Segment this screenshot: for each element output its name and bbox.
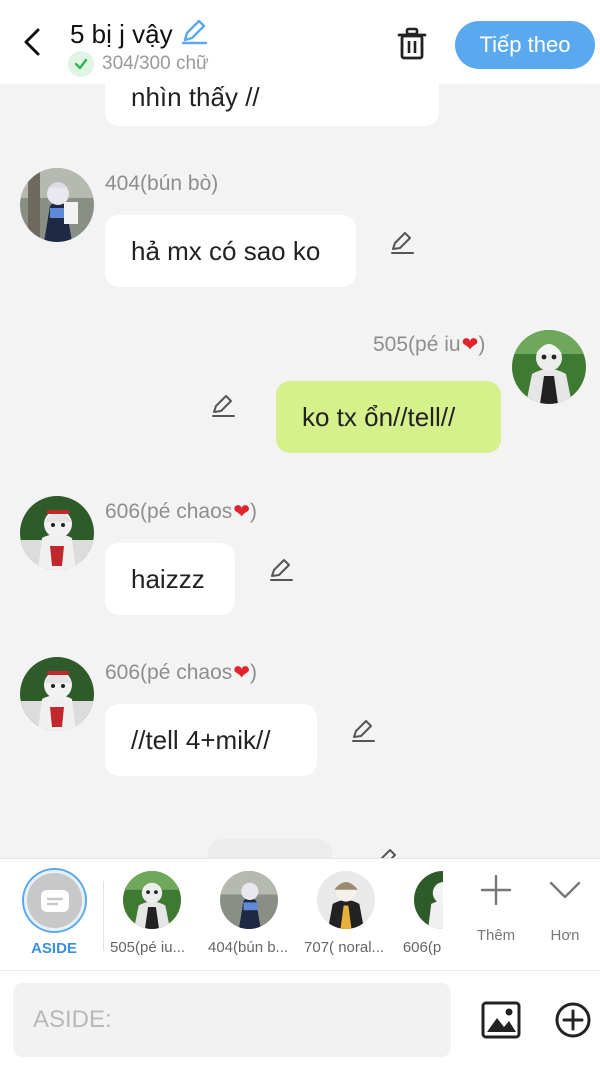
image-icon[interactable] — [478, 997, 524, 1043]
message-bubble[interactable] — [208, 839, 332, 858]
edit-pencil-icon[interactable] — [266, 554, 296, 584]
character-option-label: 505(pé iu... — [110, 939, 186, 956]
plus-icon — [480, 874, 512, 906]
edit-pencil-icon[interactable] — [208, 390, 238, 420]
character-name-text: 606(pé chaos — [105, 499, 233, 523]
message-bubble[interactable]: //tell 4+mik// — [105, 704, 317, 776]
chat-area[interactable]: nhìn thấy // 404(bún bò) hả mx có sao ko… — [0, 84, 600, 858]
avatar — [414, 871, 443, 929]
edit-pencil-icon[interactable] — [348, 715, 378, 745]
character-name: 606(pé chaos ❤) — [105, 660, 257, 685]
character-name-text: 505(pé iu — [373, 332, 461, 356]
message-input[interactable] — [13, 983, 451, 1057]
character-option-label: 404(bún b... — [208, 939, 289, 956]
character-name-text: 404(bún bò) — [105, 172, 219, 195]
trash-icon[interactable] — [392, 24, 432, 64]
character-option-label: 707( noral... — [304, 939, 385, 956]
character-name-text: 606(pé chaos — [105, 660, 233, 684]
top-bar: 5 bị j vậy 304/300 chữ Tiếp theo — [0, 0, 600, 84]
edit-pencil-icon[interactable] — [387, 227, 417, 257]
collapse-label: Hơn — [550, 927, 580, 944]
check-icon — [68, 51, 94, 77]
next-button[interactable]: Tiếp theo — [455, 21, 595, 69]
aside-button[interactable] — [24, 870, 85, 931]
heart-icon: ❤ — [233, 501, 251, 523]
edit-pencil-icon[interactable] — [372, 844, 402, 858]
message-text: //tell 4+mik// — [131, 724, 271, 755]
composer — [0, 970, 600, 1067]
more-label: Thêm — [476, 927, 516, 944]
edit-title-icon[interactable] — [179, 16, 209, 53]
character-name: 404(bún bò) — [105, 172, 218, 196]
message-bubble[interactable]: hả mx có sao ko — [105, 215, 356, 287]
name-suffix: ) — [250, 660, 258, 684]
avatar — [220, 871, 278, 929]
avatar[interactable] — [20, 168, 94, 242]
add-circle-icon[interactable] — [550, 997, 596, 1043]
message-bubble-own[interactable]: ko tx ổn//tell// — [276, 381, 501, 453]
character-option-label: 606(p — [402, 939, 442, 956]
message-bubble[interactable]: nhìn thấy // — [105, 84, 439, 126]
aside-label: ASIDE — [31, 940, 77, 957]
more-button[interactable]: Thêm — [466, 873, 526, 944]
avatar — [317, 871, 375, 929]
back-arrow-icon[interactable] — [14, 24, 50, 60]
chevron-down-icon — [549, 881, 581, 899]
avatar[interactable] — [20, 657, 94, 731]
character-name: 606(pé chaos ❤) — [105, 499, 257, 524]
heart-icon: ❤ — [233, 662, 251, 684]
character-name: 505(pé iu ❤) — [373, 332, 485, 357]
divider — [103, 881, 104, 951]
message-text: haizzz — [131, 563, 205, 594]
message-text: hả mx có sao ko — [131, 235, 321, 266]
word-count: 304/300 chữ — [68, 51, 209, 77]
message-bubble[interactable]: haizzz — [105, 543, 235, 615]
collapse-button[interactable]: Hơn — [535, 873, 595, 944]
avatar — [123, 871, 181, 929]
word-count-text: 304/300 chữ — [102, 53, 209, 74]
message-text: ko tx ổn//tell// — [302, 401, 456, 432]
heart-icon: ❤ — [461, 334, 479, 356]
avatar[interactable] — [20, 496, 94, 570]
character-selector: ASIDE 505(pé iu... 404(bún b... 707( nor… — [0, 858, 600, 970]
story-title-text: 5 bị j vậy — [70, 19, 173, 49]
story-title[interactable]: 5 bị j vậy — [70, 16, 209, 53]
message-text: nhìn thấy // — [131, 84, 260, 112]
name-suffix: ) — [250, 499, 258, 523]
name-suffix: ) — [478, 332, 486, 356]
avatar[interactable] — [512, 330, 586, 404]
